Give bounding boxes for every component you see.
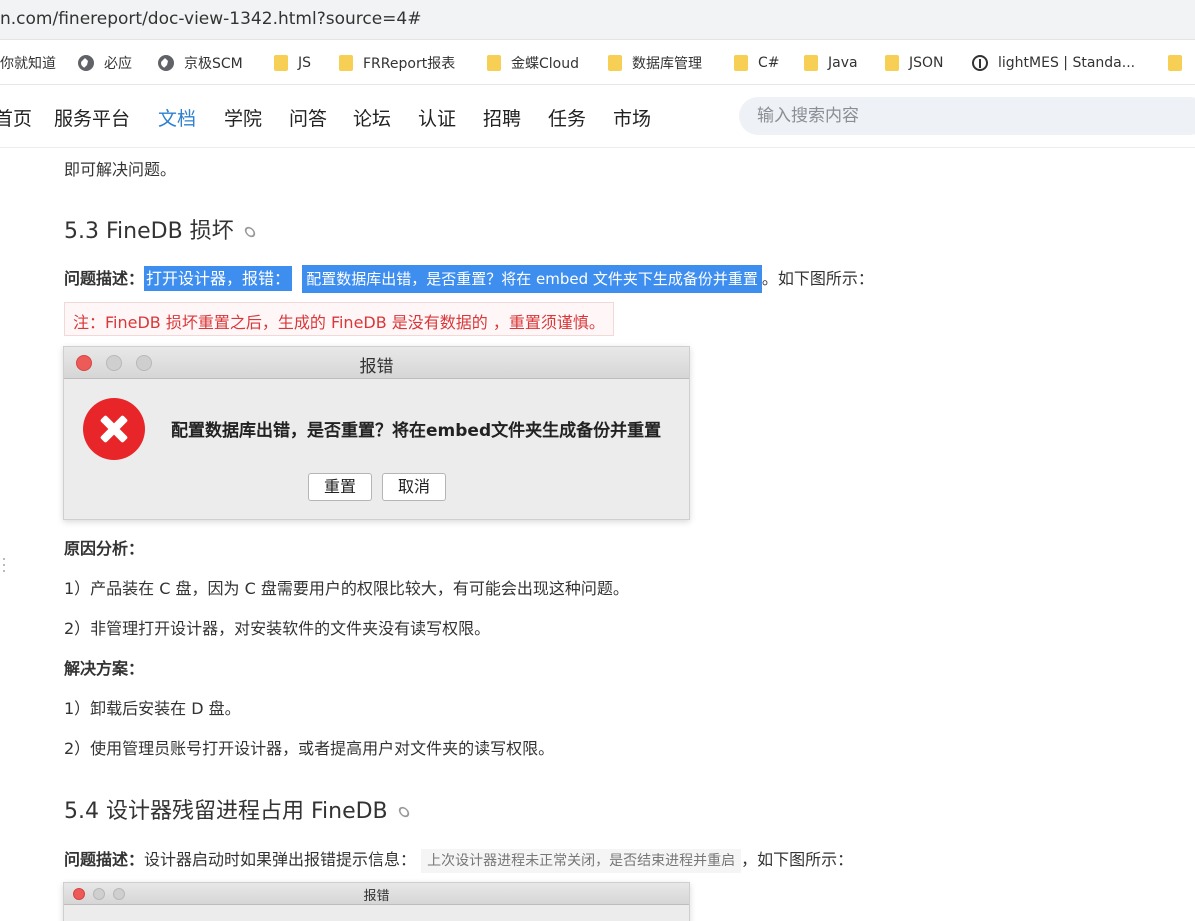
search-input[interactable] (739, 97, 1195, 135)
nav-item-home[interactable]: 首页 (0, 104, 32, 131)
inline-code: 上次设计器进程未正常关闭，是否结束进程并重启 (421, 849, 742, 873)
nav-item-docs[interactable]: 文档 (158, 104, 196, 131)
nav-item-qa[interactable]: 问答 (289, 104, 327, 131)
nav-item-tasks[interactable]: 任务 (548, 104, 586, 131)
bookmark-label: 京极SCM (184, 56, 243, 72)
bookmark-item[interactable]: 京极SCM (158, 52, 243, 74)
selected-text: 打开设计器，报错： (144, 266, 293, 291)
folder-icon (885, 55, 899, 71)
nav-item-jobs[interactable]: 招聘 (483, 104, 521, 131)
section-heading-5-4: 5.4 设计器残留进程占用 FineDB (64, 793, 411, 825)
error-icon (83, 398, 145, 460)
warning-note: 注：FineDB 损坏重置之后，生成的 FineDB 是没有数据的 ，重置须谨慎… (64, 302, 614, 336)
text: ，如下图所示： (741, 850, 854, 869)
dialog-title: 报错 (363, 889, 390, 904)
globe-icon (158, 55, 174, 71)
solution-label: 解决方案： (64, 655, 144, 679)
bookmark-item[interactable]: 数据库管理 (608, 52, 702, 74)
error-dialog-screenshot: 报错 配置数据库出错，是否重置？将在embed文件夹生成备份并重置 重置 取消 (63, 346, 690, 520)
solution-item-2: 2）使用管理员账号打开设计器，或者提高用户对文件夹的读写权限。 (64, 739, 555, 758)
bookmark-label: 必应 (104, 56, 132, 72)
bookmark-label: lightMES | Standa... (998, 55, 1136, 71)
heading-text: 5.4 设计器残留进程占用 FineDB (64, 799, 388, 824)
nav-item-forum[interactable]: 论坛 (353, 104, 391, 131)
bookmark-item[interactable]: C# (734, 52, 780, 74)
folder-icon (487, 55, 501, 71)
bookmark-label: 数据库管理 (632, 56, 702, 72)
nav-item-market[interactable]: 市场 (613, 104, 651, 131)
article-content: 即可解决问题。 5.3 FineDB 损坏 问题描述： 打开设计器，报错： 配置数… (0, 148, 1195, 921)
site-navigation: 首页 服务平台 文档 学院 问答 论坛 认证 招聘 任务 市场 (0, 86, 1195, 148)
folder-icon (804, 55, 818, 71)
dialog-titlebar: 报错 (64, 883, 689, 905)
bookmark-item[interactable]: 金蝶Cloud (487, 52, 579, 74)
cause-item-2: 2）非管理打开设计器，对安装软件的文件夹没有读写权限。 (64, 619, 491, 638)
bookmark-item[interactable]: FRReport报表 (339, 52, 455, 74)
nav-item-academy[interactable]: 学院 (224, 104, 262, 131)
link-icon[interactable] (242, 224, 257, 240)
folder-icon (339, 55, 353, 71)
folder-icon (734, 55, 748, 71)
bookmark-label: JS (298, 55, 312, 71)
dialog-message: 配置数据库出错，是否重置？将在embed文件夹生成备份并重置 (171, 421, 662, 441)
error-dialog-screenshot-2: 报错 (63, 882, 690, 921)
bookmark-item[interactable]: lightMES | Standa... (972, 52, 1135, 74)
globe-icon (78, 55, 94, 71)
bookmarks-bar: 你就知道 必应 京极SCM JS FRReport报表 金蝶Cloud 数据库管… (0, 41, 1195, 85)
text: 设计器启动时如果弹出报错提示信息： (144, 850, 417, 869)
bookmark-label: 金蝶Cloud (511, 56, 579, 72)
paragraph: 即可解决问题。 (64, 160, 177, 179)
bookmark-label: FRReport报表 (363, 56, 456, 72)
dialog-titlebar: 报错 (64, 347, 689, 379)
bookmark-item[interactable] (1168, 52, 1192, 74)
label-text: 原因分析： (64, 539, 145, 558)
bookmark-label: Java (828, 55, 858, 71)
bookmark-item[interactable]: Java (804, 52, 858, 74)
solution-item-1: 1）卸载后安装在 D 盘。 (64, 699, 241, 718)
folder-icon (1168, 55, 1182, 71)
bookmark-item[interactable]: 必应 (78, 52, 132, 74)
bookmark-item[interactable]: JSON (885, 52, 944, 74)
info-icon (972, 55, 988, 71)
text: 。如下图所示： (761, 269, 874, 288)
bookmark-label: C# (758, 55, 780, 71)
reset-button: 重置 (308, 473, 372, 501)
bookmark-label: 你就知道 (0, 56, 56, 72)
heading-text: 5.3 FineDB 损坏 (64, 219, 234, 244)
bookmark-label: JSON (909, 55, 944, 71)
cancel-button: 取消 (382, 473, 446, 501)
problem-description: 问题描述： 打开设计器，报错： 配置数据库出错，是否重置？将在 embed 文件夹… (64, 265, 874, 293)
folder-icon (608, 55, 622, 71)
url-text[interactable]: n.com/finereport/doc-view-1342.html?sour… (0, 9, 421, 29)
bookmark-item[interactable]: 你就知道 (0, 52, 56, 74)
section-heading-5-3: 5.3 FineDB 损坏 (64, 213, 257, 245)
nav-item-service[interactable]: 服务平台 (54, 104, 130, 131)
label-text: 解决方案： (64, 659, 145, 678)
problem-description: 问题描述：设计器启动时如果弹出报错提示信息： 上次设计器进程未正常关闭，是否结束… (64, 846, 854, 873)
nav-item-certification[interactable]: 认证 (418, 104, 456, 131)
label-text: 问题描述： (64, 269, 145, 288)
cause-label: 原因分析： (64, 535, 144, 559)
cause-item-1: 1）产品装在 C 盘，因为 C 盘需要用户的权限比较大，有可能会出现这种问题。 (64, 579, 629, 598)
dialog-title: 报错 (359, 357, 394, 377)
browser-address-bar[interactable]: n.com/finereport/doc-view-1342.html?sour… (0, 0, 1195, 40)
label-text: 问题描述： (64, 850, 145, 869)
bookmark-item[interactable]: JS (274, 52, 311, 74)
folder-icon (274, 55, 288, 71)
link-icon[interactable] (396, 804, 411, 820)
selected-code-text: 配置数据库出错，是否重置？将在 embed 文件夹下生成备份并重置 (302, 265, 762, 293)
